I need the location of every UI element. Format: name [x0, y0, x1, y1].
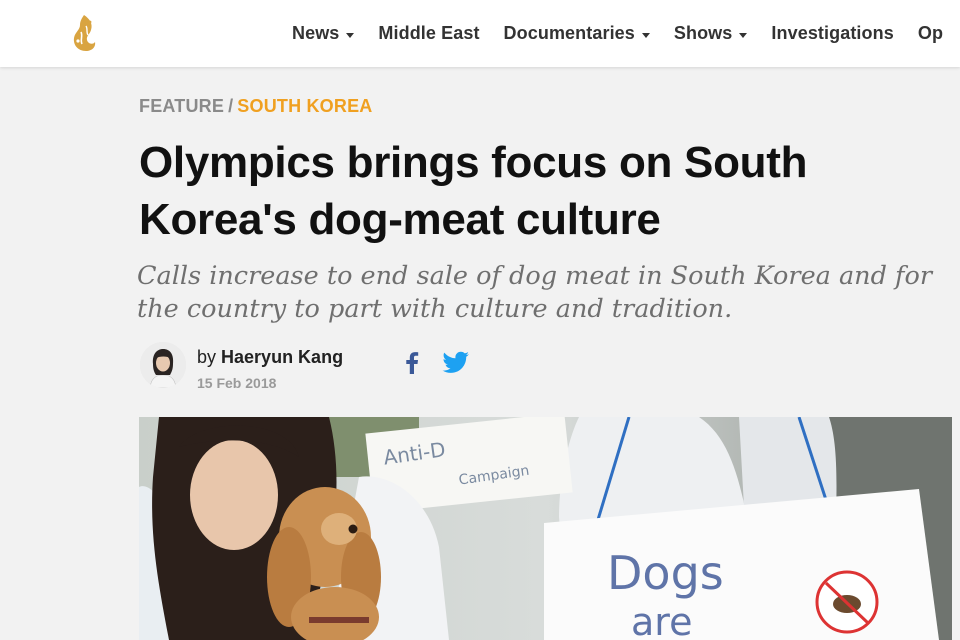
nav-item-label: Shows: [673, 23, 733, 43]
sign-main-text: Dogs: [607, 546, 724, 600]
twitter-icon[interactable]: [441, 349, 471, 375]
article-subtitle: Calls increase to end sale of dog meat i…: [137, 261, 933, 324]
nav-item-label: Middle East: [378, 23, 480, 43]
al-jazeera-logo-icon[interactable]: [66, 12, 102, 54]
breadcrumb-region[interactable]: SOUTH KOREA: [237, 96, 372, 116]
nav-item-label: Documentaries: [503, 23, 635, 43]
nav-item-label: Op: [917, 23, 944, 43]
page-title: Olympics brings focus on South Korea's d…: [139, 138, 808, 244]
breadcrumb: FEATURE / SOUTH KOREA: [139, 96, 373, 117]
nav-item-label: News: [292, 23, 340, 43]
nav-item-news[interactable]: News: [292, 23, 355, 44]
top-navigation-bar: News Middle East Documentaries Shows Inv…: [0, 0, 960, 67]
nav-item-opinion[interactable]: Op: [918, 23, 943, 44]
breadcrumb-section[interactable]: FEATURE: [139, 96, 224, 116]
chevron-down-icon: [346, 32, 355, 38]
byline: by Haeryun Kang: [197, 347, 343, 368]
breadcrumb-separator: /: [228, 96, 234, 116]
chevron-down-icon: [739, 32, 748, 38]
hero-image[interactable]: Anti-D Campaign Dogs are: [139, 417, 952, 640]
nav-item-middle-east[interactable]: Middle East: [378, 23, 479, 44]
nav-item-documentaries[interactable]: Documentaries: [504, 23, 650, 44]
nav-item-label: Investigations: [771, 23, 894, 43]
byline-prefix: by: [197, 347, 217, 367]
facebook-icon[interactable]: [402, 349, 422, 375]
nav-item-investigations[interactable]: Investigations: [771, 23, 893, 44]
main-nav: News Middle East Documentaries Shows Inv…: [292, 0, 960, 67]
chevron-down-icon: [641, 32, 650, 38]
author-avatar[interactable]: [140, 342, 186, 388]
sign-main-text-2: are: [631, 600, 692, 640]
author-name-link[interactable]: Haeryun Kang: [221, 347, 343, 367]
nav-item-shows[interactable]: Shows: [674, 23, 748, 44]
publish-date: 15 Feb 2018: [197, 375, 277, 391]
